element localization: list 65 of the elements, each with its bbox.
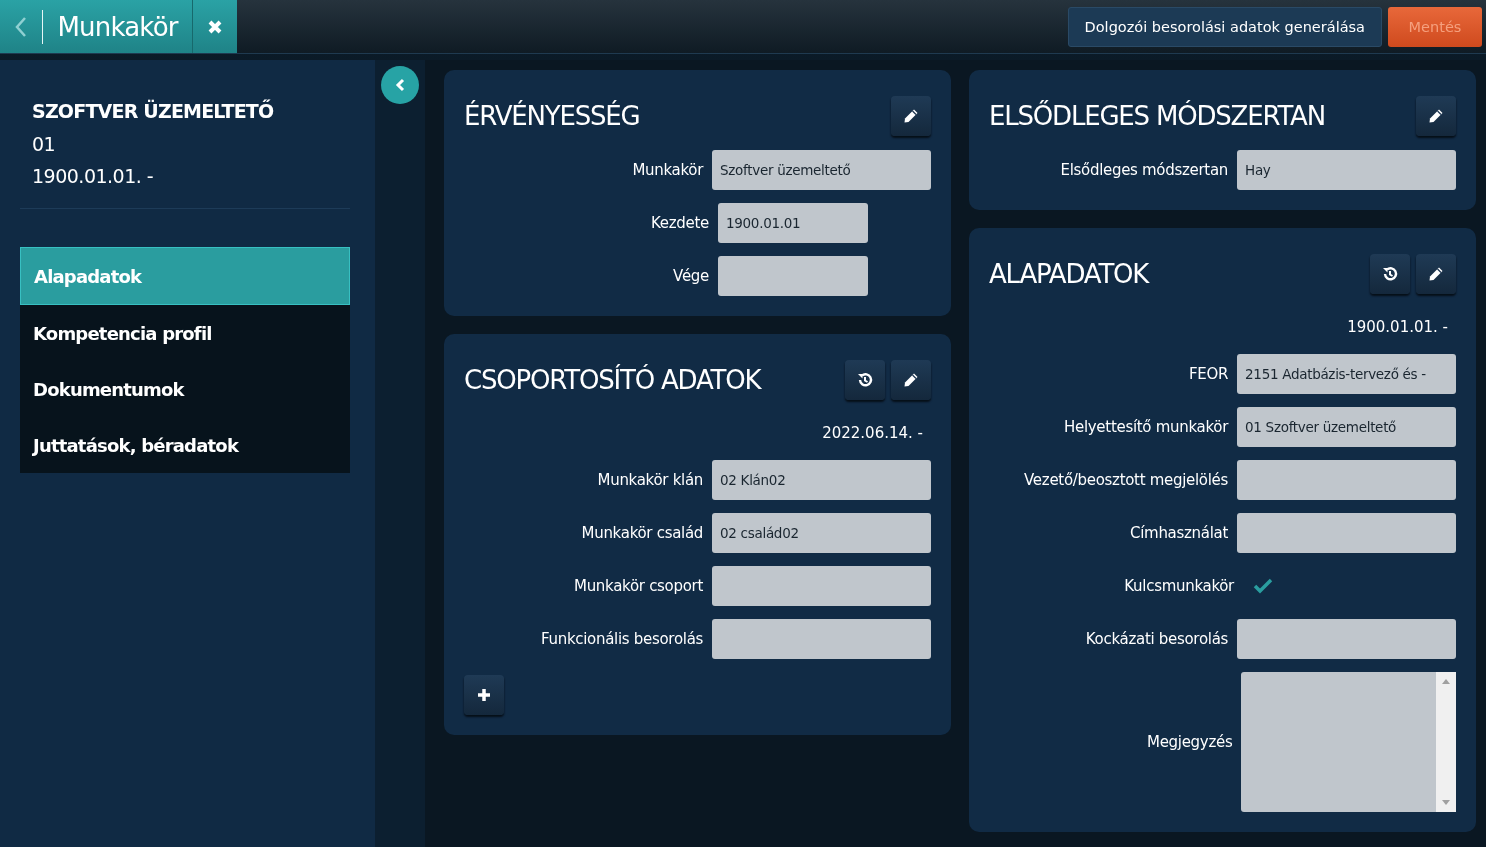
card-title: ALAPADATOK [989,259,1149,289]
collapse-button[interactable] [381,66,420,104]
input-field[interactable] [1237,619,1456,659]
add-button[interactable] [464,675,504,715]
validity-period: 1900.01.01. - [1346,318,1448,336]
field-label: Munkakör klán [596,471,705,489]
input-field[interactable] [712,566,931,606]
field-label: Elsődleges módszertan [1059,161,1230,179]
input-field[interactable] [1237,513,1456,553]
input-field[interactable]: 02 család02 [712,513,931,553]
field-label: Munkakör [631,161,705,179]
history-icon [856,371,874,389]
card-title: ELSŐDLEGES MÓDSZERTAN [989,101,1325,131]
input-field[interactable] [712,619,931,659]
date-field[interactable]: 1900.01.01 [718,203,868,243]
input-field[interactable]: 02 Klán02 [712,460,931,500]
field-label: Vége [672,267,710,285]
pencil-icon [903,372,919,388]
job-code: 01 [32,132,57,157]
text-area[interactable] [1241,672,1456,812]
job-period: 1900.01.01. - [32,164,155,189]
field-label: FEOR [1187,365,1230,383]
nav-item[interactable]: Juttatások, béradatok [20,417,351,473]
chevron-left-icon [395,78,406,92]
field-label: Kulcsmunkakör [1123,577,1236,595]
input-field[interactable]: 01 Szoftver üzemeltető [1237,407,1456,447]
field-label: Vezető/beosztott megjelölés [1023,471,1230,489]
pencil-icon [903,108,919,124]
scrollbar[interactable] [1436,672,1456,812]
field-label: Kezdete [650,214,710,232]
pencil-icon [1428,266,1444,282]
field-label: Funkcionális besorolás [540,630,705,648]
close-icon [206,18,223,35]
edit-button[interactable] [891,360,931,400]
nav-item[interactable]: Kompetencia profil [20,305,351,361]
date-field[interactable] [718,256,868,296]
checkmark-icon[interactable] [1253,578,1273,594]
edit-button[interactable] [891,96,931,136]
validity-period: 2022.06.14. - [821,424,923,442]
input-field[interactable]: 2151 Adatbázis-tervező és - [1237,354,1456,394]
history-button[interactable] [845,360,885,400]
generate-button[interactable]: Dolgozói besorolási adatok generálása [1067,6,1382,47]
plus-icon [477,688,491,702]
field-label: Munkakör csoport [573,577,705,595]
edit-button[interactable] [1416,96,1456,136]
field-label: Megjegyzés [1146,733,1234,751]
pencil-icon [1428,108,1444,124]
history-icon [1381,265,1399,283]
job-name: SZOFTVER ÜZEMELTETŐ [32,100,275,122]
field-label: Kockázati besorolás [1084,630,1230,648]
card-title: ÉRVÉNYESSÉG [464,101,640,131]
input-field[interactable]: Hay [1237,150,1456,190]
chevron-left-icon [14,15,29,38]
field-label: Munkakör család [580,524,705,542]
input-field[interactable] [1237,460,1456,500]
page-title: Munkakör [56,11,180,42]
input-field[interactable]: Szoftver üzemeltető [712,150,931,190]
scroll-up-icon[interactable] [1442,678,1450,684]
history-button[interactable] [1370,254,1410,294]
field-label: Helyettesítő munkakör [1063,418,1230,436]
edit-button[interactable] [1416,254,1456,294]
card-title: CSOPORTOSÍTÓ ADATOK [464,365,761,395]
scroll-down-icon[interactable] [1442,800,1450,806]
nav-item[interactable]: Dokumentumok [20,361,351,417]
field-label: Címhasználat [1129,524,1230,542]
